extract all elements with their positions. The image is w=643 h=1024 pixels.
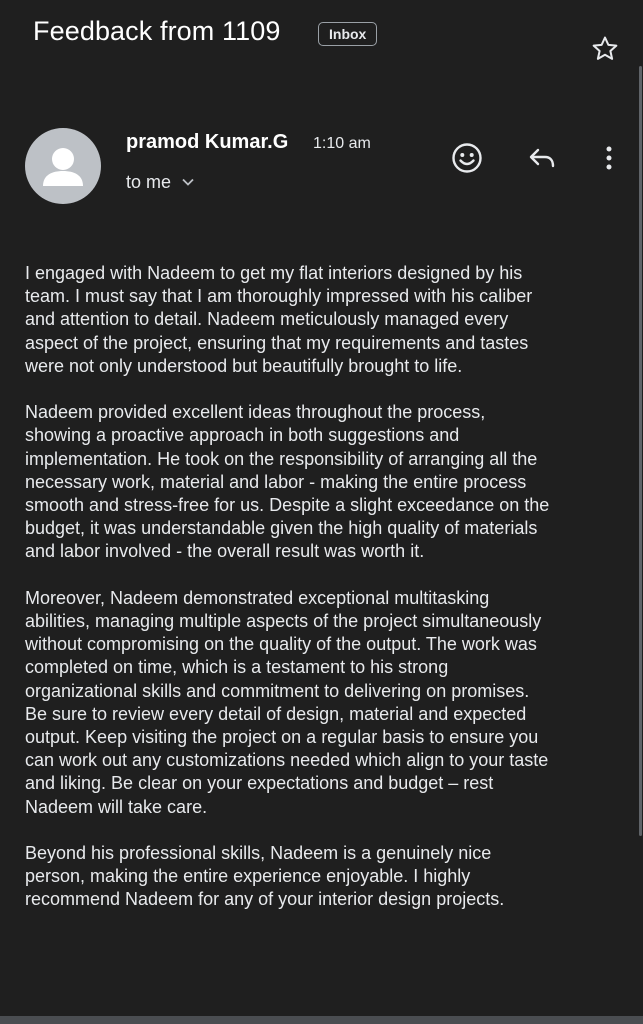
recipient-details-toggle[interactable]: to me <box>126 170 195 194</box>
emoji-reaction-icon[interactable] <box>449 140 485 176</box>
more-vertical-icon[interactable] <box>591 140 627 176</box>
scrollbar[interactable] <box>639 0 643 1024</box>
inbox-label-chip[interactable]: Inbox <box>318 22 378 46</box>
body-paragraph: Moreover, Nadeem demonstrated exceptiona… <box>25 587 549 817</box>
chevron-down-icon <box>182 178 194 186</box>
email-body: I engaged with Nadeem to get my flat int… <box>25 262 550 935</box>
email-view: Feedback from 1109 Inbox pramod Kumar.G … <box>0 0 643 1024</box>
sender-name[interactable]: pramod Kumar.G <box>126 131 288 154</box>
sent-time: 1:10 am <box>313 135 371 152</box>
body-paragraph: Nadeem provided excellent ideas througho… <box>25 402 550 562</box>
person-avatar-icon[interactable] <box>25 128 101 204</box>
body-paragraph: I engaged with Nadeem to get my flat int… <box>25 263 533 376</box>
email-subject: Feedback from 1109 <box>33 16 281 46</box>
subject-header: Feedback from 1109 Inbox <box>0 0 643 70</box>
recipient-label: to me <box>126 171 172 192</box>
star-icon[interactable] <box>590 34 620 64</box>
sender-row: pramod Kumar.G 1:10 am to me <box>0 120 643 210</box>
reply-icon[interactable] <box>524 140 560 176</box>
body-paragraph: Beyond his professional skills, Nadeem i… <box>25 843 505 910</box>
bottom-edge-bar <box>0 1016 643 1024</box>
scrollbar-thumb[interactable] <box>639 66 642 836</box>
